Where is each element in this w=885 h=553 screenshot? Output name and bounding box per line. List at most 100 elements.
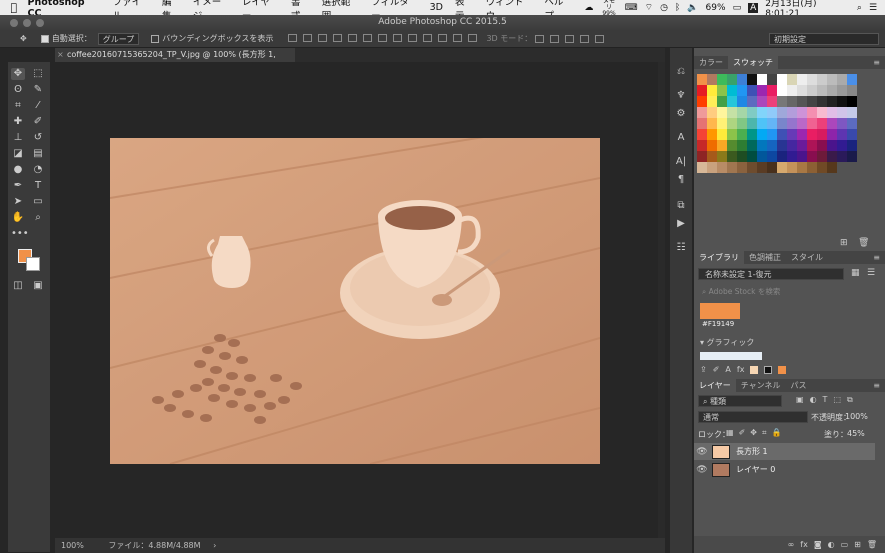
graphics-section-header[interactable]: ▾ グラフィック	[700, 337, 754, 348]
tab-layers[interactable]: レイヤー	[694, 379, 736, 392]
swatch-chip[interactable]	[797, 74, 807, 85]
tab-styles[interactable]: スタイル	[786, 251, 828, 264]
path-select-icon[interactable]: ➤	[11, 196, 25, 208]
swatch-chip[interactable]	[797, 96, 807, 107]
swatch-chip[interactable]	[707, 118, 717, 129]
swatch-chip[interactable]	[817, 162, 827, 173]
link-layers-icon[interactable]: ∞	[788, 540, 795, 549]
scale-3d-icon[interactable]	[595, 34, 605, 43]
bbox-checkbox[interactable]	[151, 34, 160, 43]
panel-menu-icon[interactable]: ≡	[868, 379, 885, 392]
swatches-grid[interactable]	[697, 74, 857, 173]
swatch-chip[interactable]	[777, 140, 787, 151]
actions-play-icon[interactable]: ▶	[675, 218, 687, 230]
swatch-chip[interactable]	[717, 140, 727, 151]
bluetooth-icon[interactable]: ᛒ	[675, 3, 680, 13]
clone-stamp-icon[interactable]: ⊥	[11, 132, 25, 144]
swatch-chip[interactable]	[707, 140, 717, 151]
swatch-chip[interactable]	[767, 162, 777, 173]
volume-icon[interactable]: 🔈	[687, 3, 698, 13]
filter-pixel-icon[interactable]: ▣	[796, 395, 804, 405]
swatch-chip[interactable]	[737, 151, 747, 162]
new-layer-icon[interactable]: ⊞	[854, 540, 861, 549]
lock-artboard-icon[interactable]: ⌗	[762, 428, 767, 438]
history-panel-icon[interactable]: ⎌	[675, 66, 687, 78]
swatch-chip[interactable]	[817, 96, 827, 107]
swatch-chip[interactable]	[767, 118, 777, 129]
swatch-chip[interactable]	[777, 85, 787, 96]
swatch-chip[interactable]	[837, 85, 847, 96]
swatch-chip[interactable]	[697, 96, 707, 107]
swatch-chip[interactable]	[717, 129, 727, 140]
swatch-chip[interactable]	[777, 151, 787, 162]
history-brush-icon[interactable]: ↺	[31, 132, 45, 144]
align-hcenter-icon[interactable]	[348, 33, 358, 42]
swatch-chip[interactable]	[707, 129, 717, 140]
swatch-chip[interactable]	[747, 85, 757, 96]
swatch-chip[interactable]	[747, 162, 757, 173]
close-tab-icon[interactable]: ×	[57, 48, 64, 62]
swatch-chip[interactable]	[727, 140, 737, 151]
swatch-chip[interactable]	[817, 140, 827, 151]
layer-name[interactable]: 長方形 1	[736, 446, 768, 457]
new-group-icon[interactable]: ▭	[841, 540, 849, 549]
align-bottom-icon[interactable]	[318, 33, 328, 42]
swatch-chip[interactable]	[747, 140, 757, 151]
paragraph-panel-icon[interactable]: ¶	[675, 174, 687, 186]
slide-3d-icon[interactable]	[580, 34, 590, 43]
swatch-chip[interactable]	[777, 74, 787, 85]
swatch-chip[interactable]	[727, 162, 737, 173]
swatch-chip[interactable]	[717, 96, 727, 107]
swatch-chip[interactable]	[757, 85, 767, 96]
align-vcenter-icon[interactable]	[303, 33, 313, 42]
swatch-chip[interactable]	[697, 118, 707, 129]
swatch-chip[interactable]	[787, 118, 797, 129]
swatch-chip[interactable]	[797, 107, 807, 118]
swatch-chip[interactable]	[837, 96, 847, 107]
roll-3d-icon[interactable]	[550, 34, 560, 43]
swatch-chip[interactable]	[827, 140, 837, 151]
swatch-chip[interactable]	[697, 140, 707, 151]
zoom-tool-icon[interactable]: ⌕	[31, 212, 45, 224]
layer-filter-kind-dropdown[interactable]: ⌕ 種類	[698, 395, 782, 407]
lock-paint-icon[interactable]: ✐	[739, 428, 746, 438]
move-tool-icon[interactable]: ✥	[20, 34, 27, 43]
swatch-add-orange[interactable]	[778, 365, 787, 374]
swatch-chip[interactable]	[787, 96, 797, 107]
cloud-icon[interactable]: ☁	[584, 3, 593, 13]
drag-3d-icon[interactable]	[565, 34, 575, 43]
gradient-tool-icon[interactable]: ▤	[31, 148, 45, 160]
distribute-right-icon[interactable]	[453, 33, 463, 42]
screen-mode-icon[interactable]: ▣	[31, 280, 45, 292]
shape-tool-icon[interactable]: ▭	[31, 196, 45, 208]
quick-select-tool-icon[interactable]: ✎	[31, 84, 45, 96]
lock-position-icon[interactable]: ✥	[750, 428, 757, 438]
swatch-chip[interactable]	[737, 107, 747, 118]
status-menu-arrow-icon[interactable]: ›	[213, 541, 216, 550]
swatch-chip[interactable]	[747, 118, 757, 129]
auto-align-icon[interactable]	[468, 33, 478, 42]
crop-tool-icon[interactable]: ⌗	[11, 100, 25, 112]
orbit-3d-icon[interactable]	[535, 34, 545, 43]
swatch-chip[interactable]	[847, 85, 857, 96]
swatch-chip[interactable]	[707, 85, 717, 96]
close-window-button[interactable]	[10, 19, 18, 27]
swatch-chip[interactable]	[757, 162, 767, 173]
swatch-chip[interactable]	[727, 118, 737, 129]
swatch-chip[interactable]	[807, 140, 817, 151]
swatch-chip[interactable]	[717, 118, 727, 129]
align-right-icon[interactable]	[363, 33, 373, 42]
swatch-chip[interactable]	[767, 151, 777, 162]
swatch-chip[interactable]	[797, 151, 807, 162]
blend-mode-dropdown[interactable]: 通常	[698, 411, 808, 423]
clock-icon[interactable]: ◷	[660, 3, 668, 13]
swatch-chip[interactable]	[747, 129, 757, 140]
layer-name[interactable]: レイヤー 0	[736, 464, 775, 475]
lasso-tool-icon[interactable]: ʘ	[11, 84, 25, 96]
library-color-swatch[interactable]	[700, 303, 740, 319]
pen-tool-icon[interactable]: ✒	[11, 180, 25, 192]
swatch-chip[interactable]	[787, 162, 797, 173]
wifi-icon[interactable]: ⌔	[645, 2, 653, 13]
swatch-chip[interactable]	[847, 162, 857, 173]
eraser-tool-icon[interactable]: ◪	[11, 148, 25, 160]
